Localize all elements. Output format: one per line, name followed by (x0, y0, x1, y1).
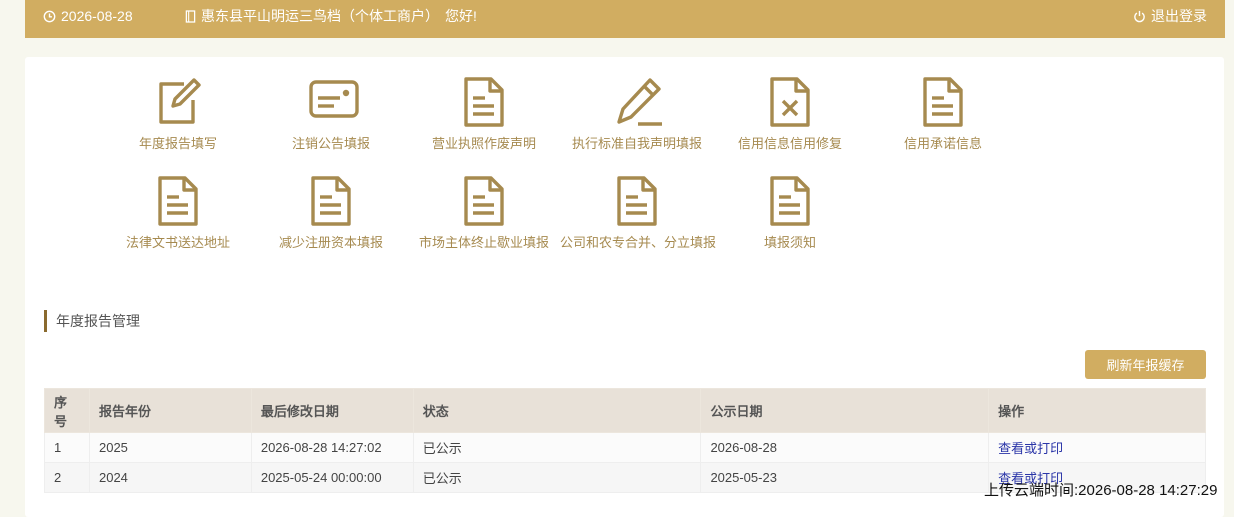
tile-label: 信用承诺信息 (903, 136, 982, 151)
tile-label: 执行标准自我声明填报 (571, 136, 702, 151)
table-header-row: 序号 报告年份 最后修改日期 状态 公示日期 操作 (44, 388, 1206, 433)
cell-no: 2 (44, 462, 90, 493)
document-icon (920, 76, 966, 128)
cell-year: 2025 (88, 432, 252, 463)
logout-button[interactable]: 退出登录 (1133, 0, 1207, 32)
top-bar: 2026-08-28 惠东县平山明运三鸟档（个体工商户） 您好! 退出登录 (25, 0, 1225, 38)
tile-label: 注销公告填报 (291, 136, 370, 151)
cell-publish-date: 2025-05-23 (700, 462, 990, 493)
section-title: 年度报告管理 (44, 310, 140, 332)
tile-label: 年度报告填写 (138, 136, 217, 151)
power-icon (1134, 10, 1145, 22)
cell-year: 2024 (88, 462, 252, 493)
tile-7[interactable]: 法律文书送达地址 (101, 175, 255, 252)
edit-icon (155, 76, 201, 128)
tile-6[interactable]: 信用承诺信息 (866, 76, 1020, 153)
table-row: 1 2025 2026-08-28 14:27:02 已公示 2026-08-2… (44, 432, 1206, 463)
pencil-icon (614, 76, 662, 128)
cell-modified: 2026-08-28 14:27:02 (250, 432, 414, 463)
document-icon (767, 175, 813, 227)
col-header-year: 报告年份 (88, 388, 252, 433)
tile-3[interactable]: 营业执照作废声明 (407, 76, 561, 153)
tile-10[interactable]: 公司和农专合并、分立填报 (560, 175, 717, 252)
annual-report-table: 序号 报告年份 最后修改日期 状态 公示日期 操作 1 2025 2026-08… (44, 388, 1206, 493)
current-date: 2026-08-28 (61, 8, 133, 24)
tile-2[interactable]: 注销公告填报 (254, 76, 408, 153)
col-header-status: 状态 (412, 388, 702, 433)
company-name: 惠东县平山明运三鸟档（个体工商户） (201, 8, 439, 24)
document-x-icon (767, 76, 813, 128)
tile-4[interactable]: 执行标准自我声明填报 (560, 76, 714, 153)
tile-label: 公司和农专合并、分立填报 (560, 235, 717, 250)
col-header-no: 序号 (44, 388, 90, 433)
cell-no: 1 (44, 432, 90, 463)
cell-publish-date: 2026-08-28 (700, 432, 990, 463)
col-header-publish-date: 公示日期 (700, 388, 990, 433)
cell-modified: 2025-05-24 00:00:00 (250, 462, 414, 493)
upload-time-overlay: 上传云端时间:2026-08-28 14:27:29 (984, 482, 1218, 499)
view-print-link[interactable]: 查看或打印 (998, 441, 1063, 456)
book-icon (185, 9, 196, 23)
document-icon (308, 175, 354, 227)
tile-label: 营业执照作废声明 (431, 136, 536, 151)
tile-label: 法律文书送达地址 (125, 235, 230, 250)
document-icon (461, 175, 507, 227)
tile-11[interactable]: 填报须知 (713, 175, 867, 252)
greeting-text: 您好! (445, 8, 477, 24)
document-icon (155, 175, 201, 227)
col-header-action: 操作 (988, 388, 1206, 433)
tile-label: 填报须知 (763, 235, 816, 250)
tile-5[interactable]: 信用信息信用修复 (713, 76, 867, 153)
col-header-modified: 最后修改日期 (250, 388, 414, 433)
tile-label: 减少注册资本填报 (278, 235, 383, 250)
cell-status: 已公示 (412, 462, 702, 493)
user-greeting: 惠东县平山明运三鸟档（个体工商户） 您好! (185, 0, 477, 32)
document-icon (461, 76, 507, 128)
tile-8[interactable]: 减少注册资本填报 (254, 175, 408, 252)
cell-action: 查看或打印 (988, 432, 1206, 463)
date-display: 2026-08-28 (43, 0, 133, 32)
tile-label: 信用信息信用修复 (737, 136, 842, 151)
refresh-cache-button[interactable]: 刷新年报缓存 (1085, 350, 1206, 379)
tile-9[interactable]: 市场主体终止歇业填报 (407, 175, 561, 252)
logout-label: 退出登录 (1151, 8, 1207, 24)
id-card-icon (308, 76, 359, 128)
document-icon (614, 175, 660, 227)
tile-1[interactable]: 年度报告填写 (101, 76, 255, 153)
cell-status: 已公示 (412, 432, 702, 463)
clock-icon (43, 10, 56, 22)
tile-label: 市场主体终止歇业填报 (418, 235, 549, 250)
